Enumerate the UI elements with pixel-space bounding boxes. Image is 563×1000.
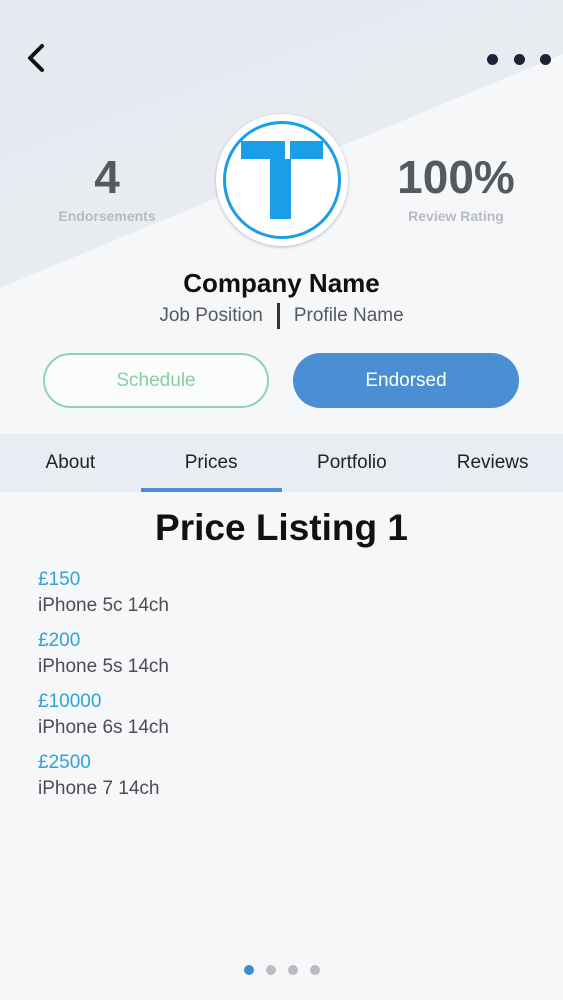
tab-portfolio[interactable]: Portfolio [282,434,423,492]
company-name: Company Name [183,268,380,298]
price-value: £10000 [38,691,102,712]
more-dot-icon [540,53,551,65]
price-value: £150 [38,569,81,590]
price-item: £200 iPhone 5s 14ch [38,629,518,690]
more-dot-icon [487,53,498,65]
price-description: iPhone 5s 14ch [38,656,169,677]
chevron-left-icon [28,44,44,72]
price-item: £10000 iPhone 6s 14ch [38,690,518,751]
back-button[interactable] [18,40,54,76]
price-listing-title: Price Listing 1 [155,507,408,548]
endorsements-count: 4 [94,151,120,203]
price-description: iPhone 6s 14ch [38,717,169,738]
page-dot-4[interactable] [309,965,320,975]
company-logo-circle [223,121,341,239]
job-position: Job Position [159,305,263,326]
review-rating-label: Review Rating [408,208,504,224]
price-value: £200 [38,630,81,651]
page-indicator [0,965,563,975]
page-dot-1[interactable] [243,965,254,975]
price-item: £2500 iPhone 7 14ch [38,751,518,812]
schedule-button[interactable]: Schedule [43,353,269,408]
price-list: £150 iPhone 5c 14ch £200 iPhone 5s 14ch … [38,568,518,812]
divider [276,303,280,329]
company-logo-t-icon [241,141,323,219]
top-bar [0,0,563,110]
page-dot-3[interactable] [287,965,298,975]
more-options-button[interactable] [481,46,557,72]
review-rating-value: 100% [397,151,515,203]
tab-prices[interactable]: Prices [140,434,282,492]
profile-tabs: About Prices Portfolio Reviews [0,434,563,492]
endorsements-stat: 4 Endorsements [27,148,187,224]
more-dot-icon [513,53,525,65]
price-item: £150 iPhone 5c 14ch [38,568,518,629]
price-description: iPhone 7 14ch [38,778,160,799]
endorsements-label: Endorsements [58,208,156,224]
price-value: £2500 [38,752,91,773]
tab-reviews[interactable]: Reviews [422,434,563,492]
review-rating-stat: 100% Review Rating [376,148,536,224]
profile-name: Profile Name [293,305,404,326]
profile-subline: Job Position Profile Name [0,303,563,329]
endorsed-button[interactable]: Endorsed [293,353,519,408]
price-description: iPhone 5c 14ch [38,595,169,616]
page-dot-2[interactable] [265,965,276,975]
company-logo [216,114,348,246]
tab-about[interactable]: About [0,434,141,492]
